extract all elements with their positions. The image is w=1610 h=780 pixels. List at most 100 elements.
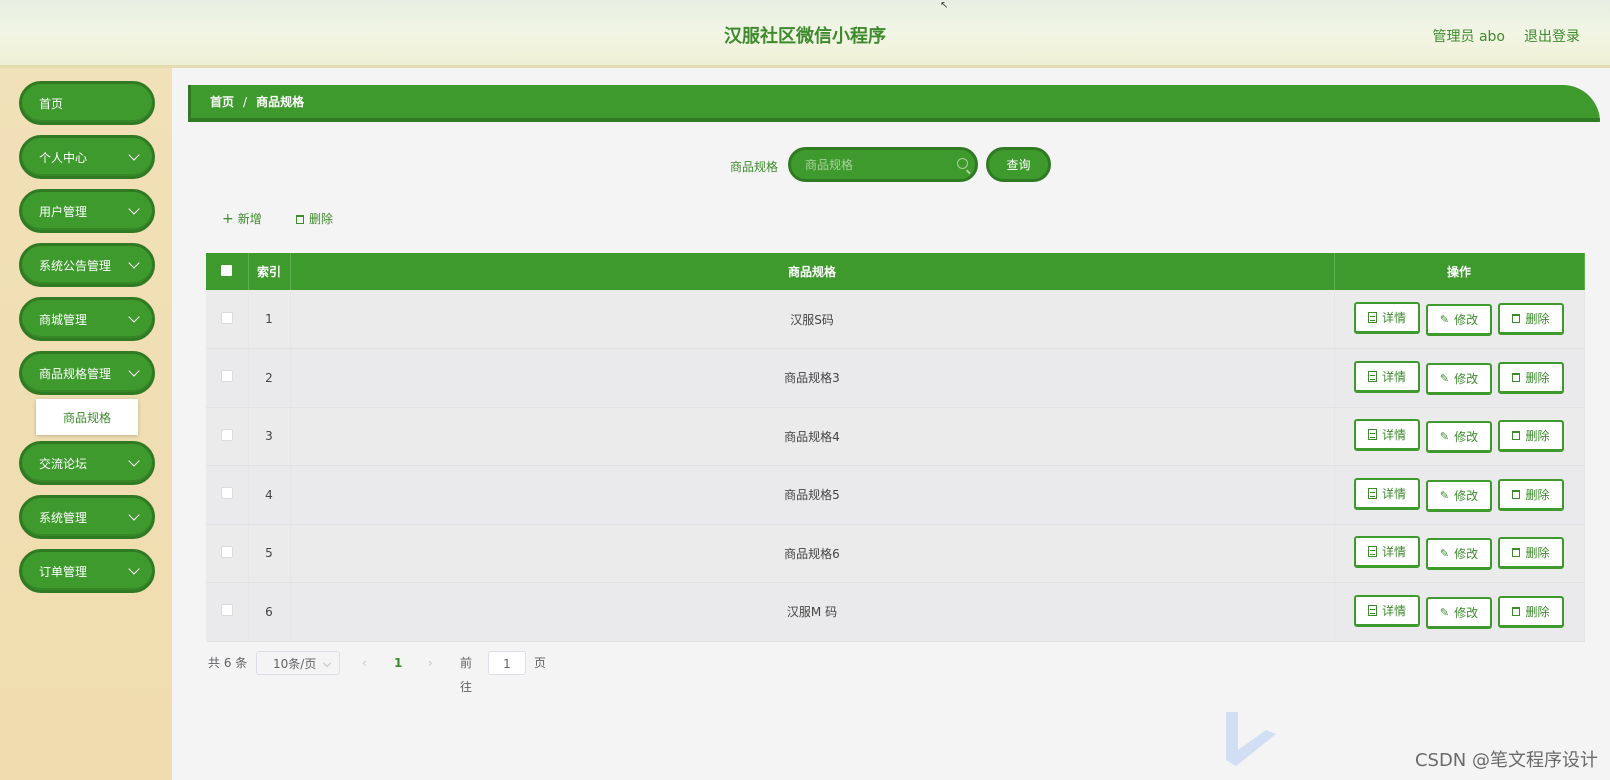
detail-label: 详情 — [1381, 545, 1406, 560]
edit-button[interactable]: ✎ 修改 — [1426, 362, 1492, 395]
add-button[interactable]: + 新增 — [222, 210, 262, 227]
row-index: 3 — [248, 407, 291, 466]
page-number-1[interactable]: 1 — [394, 651, 402, 675]
query-button[interactable]: 查询 — [986, 147, 1051, 182]
delete-button[interactable]: 删除 — [1498, 478, 1564, 511]
chevron-down-icon — [128, 203, 140, 215]
sidebar-item-label: 订单管理 — [39, 564, 88, 579]
detail-button[interactable]: 详情 — [1354, 477, 1420, 510]
edit-button[interactable]: ✎ 修改 — [1426, 421, 1492, 454]
row-select-cell — [206, 407, 249, 466]
sidebar-item-order-management[interactable]: 订单管理 — [19, 549, 155, 593]
delete-label: 删除 — [1525, 604, 1550, 619]
row-actions: 详情 ✎ 修改 删除 — [1334, 407, 1585, 466]
delete-button[interactable]: 删除 — [1498, 303, 1564, 335]
delete-label: 删除 — [1525, 546, 1550, 561]
batch-delete-button[interactable]: 删除 — [296, 210, 333, 227]
row-select-cell — [206, 348, 249, 408]
sidebar-item-forum[interactable]: 交流论坛 — [19, 441, 155, 485]
document-icon — [1367, 429, 1377, 441]
row-index: 1 — [248, 290, 291, 349]
sidebar-item-spec-management[interactable]: 商品规格管理 — [19, 351, 155, 395]
row-spec: 汉服M 码 — [290, 582, 1335, 642]
sidebar-item-personal-center[interactable]: 个人中心 — [19, 135, 155, 179]
app-title: 汉服社区微信小程序 — [724, 26, 886, 47]
row-select-cell — [206, 465, 249, 525]
table-row: 3 商品规格4 详情 ✎ 修改 删除 — [206, 407, 1585, 466]
table-row: 2 商品规格3 详情 ✎ 修改 删除 — [206, 348, 1585, 408]
sidebar-item-announcement-management[interactable]: 系统公告管理 — [19, 243, 155, 287]
prev-page-button[interactable]: ‹ — [362, 651, 367, 675]
row-checkbox[interactable] — [220, 487, 233, 500]
table-header-row: 索引 商品规格 操作 — [206, 253, 1585, 290]
sidebar-item-system-management[interactable]: 系统管理 — [19, 495, 155, 539]
detail-label: 详情 — [1381, 311, 1406, 325]
delete-label: 删除 — [1525, 429, 1550, 444]
table-row: 4 商品规格5 详情 ✎ 修改 删除 — [206, 465, 1585, 525]
row-select-cell — [206, 524, 249, 583]
table-body: 1 汉服S码 详情 ✎ 修改 删除 2 商品规格3 详情 ✎ 修改 删除 3 商品规格4 详情 ✎ 修改 删除 4 商… — [206, 290, 1585, 642]
delete-button[interactable]: 删除 — [1498, 537, 1564, 570]
chevron-down-icon — [322, 658, 332, 668]
plus-icon: + — [222, 211, 234, 227]
sidebar-item-mall-management[interactable]: 商城管理 — [19, 297, 155, 341]
breadcrumb-home[interactable]: 首页 — [210, 93, 234, 110]
document-icon — [1367, 546, 1377, 558]
sidebar-subitem-spec[interactable]: 商品规格 — [36, 399, 138, 435]
edit-button[interactable]: ✎ 修改 — [1426, 538, 1492, 571]
sidebar-item-label: 用户管理 — [39, 204, 88, 219]
edit-button[interactable]: ✎ 修改 — [1426, 304, 1492, 336]
row-spec: 商品规格6 — [290, 524, 1335, 583]
row-index: 2 — [248, 348, 291, 408]
search-input[interactable] — [788, 147, 978, 182]
sidebar-item-home[interactable]: 首页 — [19, 81, 155, 125]
chevron-down-icon — [128, 509, 140, 521]
row-checkbox[interactable] — [220, 604, 233, 617]
trash-icon — [1512, 372, 1521, 382]
delete-button[interactable]: 删除 — [1498, 361, 1564, 394]
select-all-cell — [206, 253, 249, 290]
sidebar-item-user-management[interactable]: 用户管理 — [19, 189, 155, 233]
pencil-icon: ✎ — [1439, 313, 1450, 326]
sidebar-item-label: 系统管理 — [39, 510, 88, 525]
row-spec: 商品规格3 — [290, 348, 1335, 408]
detail-label: 详情 — [1381, 428, 1406, 443]
logout-link[interactable]: 退出登录 — [1524, 26, 1580, 46]
document-icon — [1367, 604, 1377, 616]
detail-button[interactable]: 详情 — [1354, 594, 1420, 627]
delete-button[interactable]: 删除 — [1498, 595, 1564, 628]
row-checkbox[interactable] — [220, 428, 233, 441]
row-select-cell — [206, 582, 249, 642]
detail-label: 详情 — [1381, 603, 1406, 618]
row-actions: 详情 ✎ 修改 删除 — [1334, 465, 1585, 525]
goto-page-input[interactable]: 1 — [488, 651, 526, 675]
page-size-select[interactable]: 10条/页 — [256, 651, 340, 675]
row-checkbox[interactable] — [220, 311, 233, 324]
detail-button[interactable]: 详情 — [1354, 360, 1420, 393]
document-icon — [1367, 487, 1377, 499]
row-actions: 详情 ✎ 修改 删除 — [1334, 290, 1585, 349]
detail-button[interactable]: 详情 — [1354, 536, 1420, 569]
edit-button[interactable]: ✎ 修改 — [1426, 596, 1492, 629]
pencil-icon: ✎ — [1439, 605, 1450, 619]
select-all-checkbox[interactable] — [221, 264, 233, 276]
chevron-down-icon — [128, 365, 140, 377]
breadcrumb-separator: / — [243, 94, 248, 109]
row-index: 5 — [248, 524, 291, 583]
edit-label: 修改 — [1454, 313, 1479, 327]
sidebar-item-label: 商城管理 — [39, 312, 88, 327]
row-index: 4 — [248, 465, 291, 525]
column-header-spec: 商品规格 — [290, 253, 1335, 290]
detail-button[interactable]: 详情 — [1354, 419, 1420, 452]
delete-label: 删除 — [309, 212, 334, 226]
sidebar-item-label: 个人中心 — [39, 150, 88, 165]
trash-icon — [1512, 489, 1521, 499]
next-page-button[interactable]: › — [428, 651, 433, 675]
row-checkbox[interactable] — [220, 370, 233, 383]
delete-button[interactable]: 删除 — [1498, 420, 1564, 453]
row-checkbox[interactable] — [220, 545, 233, 558]
detail-button[interactable]: 详情 — [1354, 302, 1420, 334]
edit-button[interactable]: ✎ 修改 — [1426, 479, 1492, 512]
breadcrumb: 首页 / 商品规格 — [188, 85, 1600, 122]
edit-label: 修改 — [1454, 605, 1479, 620]
